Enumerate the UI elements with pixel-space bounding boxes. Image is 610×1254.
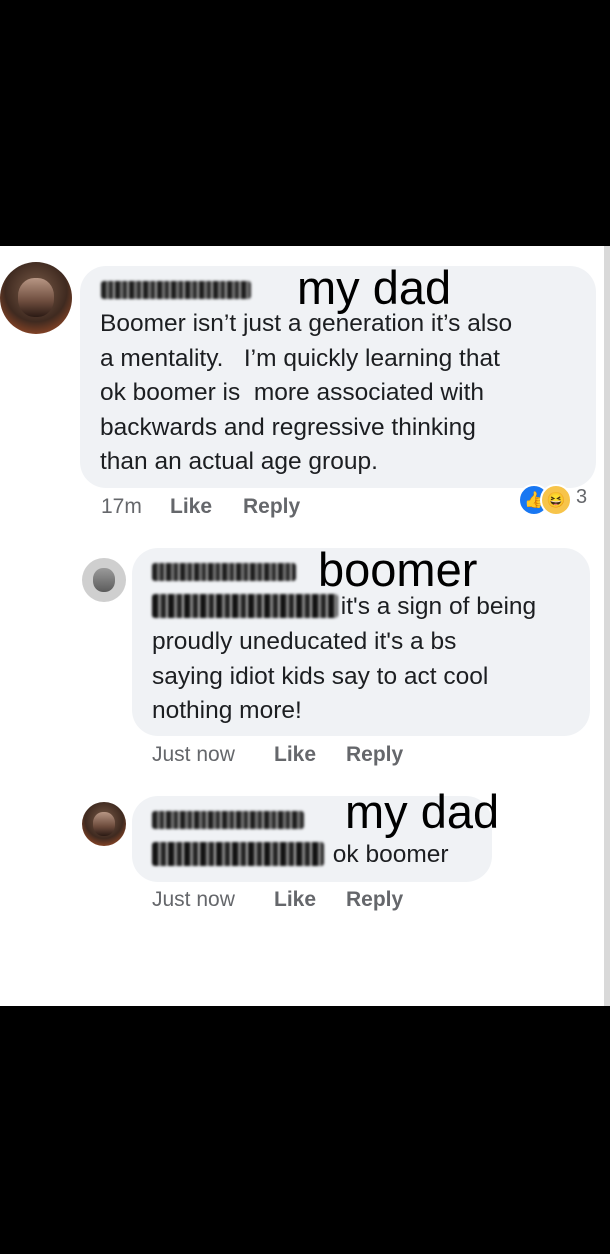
reaction-summary[interactable]: 👍 😆 3	[516, 482, 598, 516]
laughing-face-icon: 😆	[540, 484, 572, 516]
author-name-blurred[interactable]	[101, 281, 251, 299]
avatar-face	[93, 567, 115, 592]
author-name-blurred[interactable]	[152, 563, 296, 581]
mentioned-name-blurred[interactable]	[152, 842, 324, 866]
timestamp: Just now	[152, 743, 235, 766]
timestamp: Just now	[152, 888, 235, 911]
reply-button[interactable]: Reply	[346, 743, 403, 767]
like-button[interactable]: Like	[274, 888, 316, 912]
annotation-label: my dad	[297, 261, 452, 314]
reaction-count: 3	[576, 486, 588, 508]
avatar[interactable]	[82, 802, 126, 846]
scrollbar-edge	[604, 246, 610, 1006]
timestamp: 17m	[101, 495, 142, 518]
annotation-label: boomer	[318, 543, 478, 596]
avatar[interactable]	[82, 558, 126, 602]
comment-text: ok boomer	[326, 841, 449, 868]
avatar[interactable]	[0, 262, 72, 334]
avatar-face	[18, 277, 54, 318]
author-name-blurred[interactable]	[152, 811, 304, 829]
like-button[interactable]: Like	[170, 495, 212, 519]
avatar-face	[93, 811, 115, 836]
top-black-bar	[0, 0, 610, 246]
reply-button[interactable]: Reply	[243, 495, 300, 519]
like-button[interactable]: Like	[274, 743, 316, 767]
bottom-black-bar	[0, 1006, 610, 1254]
reply-button[interactable]: Reply	[346, 888, 403, 912]
comment-text: Boomer isn’t just a generation it’s also…	[100, 310, 513, 475]
comment-text: proudly uneducated it's a bs saying idio…	[152, 628, 489, 724]
comment-text-first-line: it's a sign of being	[334, 593, 537, 620]
mentioned-name-blurred[interactable]	[152, 594, 338, 618]
annotation-label: my dad	[345, 785, 500, 838]
